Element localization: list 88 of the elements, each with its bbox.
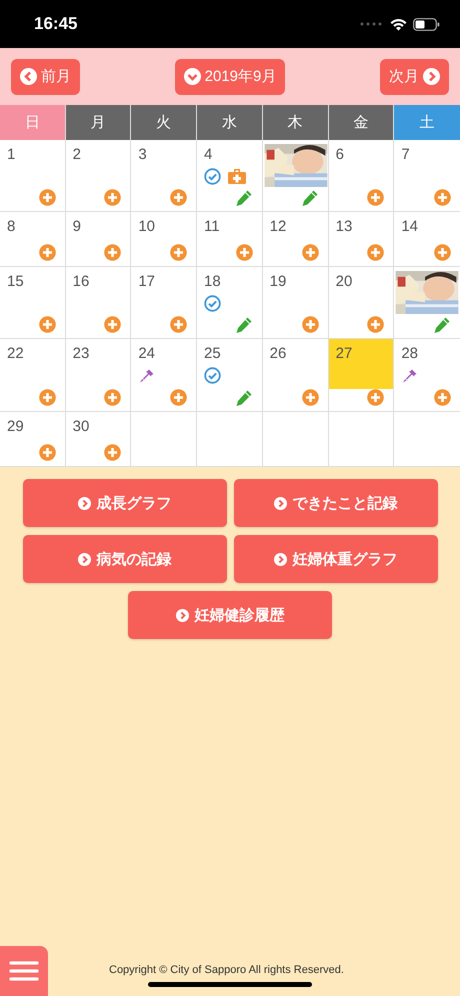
menu-button[interactable]: 成長グラフ <box>22 479 226 527</box>
day-number: 1 <box>7 146 16 164</box>
add-icon[interactable] <box>170 244 187 261</box>
day-number: 28 <box>401 345 418 363</box>
chevron-circle-icon <box>20 68 37 85</box>
dropper-icon <box>138 367 156 385</box>
day-number: 7 <box>401 146 410 164</box>
add-icon[interactable] <box>38 189 56 206</box>
day-number: 10 <box>138 218 156 236</box>
weekday-header: 月 <box>66 105 132 140</box>
chevron-circle-icon <box>184 68 201 85</box>
day-number: 30 <box>72 418 90 436</box>
add-icon[interactable] <box>170 189 187 206</box>
weekday-header: 金 <box>328 105 394 140</box>
day-number: 20 <box>336 273 352 291</box>
add-icon[interactable] <box>104 189 122 206</box>
weekday-header: 日 <box>0 105 66 140</box>
day-number: 22 <box>7 345 24 363</box>
previous-month-button[interactable]: 前月 <box>11 58 80 94</box>
next-month-button[interactable]: 次月 <box>380 58 449 94</box>
day-number: 16 <box>72 273 90 291</box>
menu-button[interactable]: 病気の記録 <box>22 535 226 583</box>
day-number: 2 <box>72 146 81 164</box>
day-number: 15 <box>7 273 24 291</box>
chevron-circle-icon <box>274 552 286 566</box>
menu-button[interactable]: 妊婦体重グラフ <box>234 535 438 583</box>
day-number: 18 <box>204 273 221 291</box>
add-icon[interactable] <box>236 244 253 261</box>
add-icon[interactable] <box>302 316 319 333</box>
add-icon[interactable] <box>38 316 56 333</box>
add-icon[interactable] <box>434 389 451 406</box>
day-number: 4 <box>204 146 212 164</box>
add-icon[interactable] <box>104 244 122 261</box>
add-icon[interactable] <box>367 389 384 406</box>
weekday-header: 木 <box>262 105 329 140</box>
day-number: 24 <box>138 345 156 363</box>
chevron-circle-icon <box>78 496 90 510</box>
add-icon[interactable] <box>38 244 56 261</box>
weekday-header: 水 <box>196 105 263 140</box>
weekday-header: 火 <box>131 105 197 140</box>
add-icon[interactable] <box>104 316 122 333</box>
day-number: 11 <box>204 218 220 236</box>
battery-icon <box>413 18 440 30</box>
add-icon[interactable] <box>302 389 319 406</box>
chevron-circle-icon <box>176 608 188 622</box>
day-number: 12 <box>270 218 286 236</box>
day-number: 3 <box>138 146 147 164</box>
copyright-text: Copyright © City of Sapporo All rights Reserved. <box>109 964 344 976</box>
add-icon[interactable] <box>434 244 451 261</box>
weekday-header: 土 <box>394 105 460 140</box>
signal-icon <box>360 22 384 26</box>
add-icon[interactable] <box>104 389 122 406</box>
day-number: 8 <box>7 218 16 236</box>
add-icon[interactable] <box>367 189 384 206</box>
menu-button[interactable]: できたこと記録 <box>234 479 438 527</box>
add-icon[interactable] <box>38 444 56 461</box>
day-number: 23 <box>72 345 90 363</box>
status-time: 16:45 <box>34 14 78 34</box>
wifi-icon <box>390 18 407 30</box>
menu-icon[interactable] <box>0 946 48 996</box>
menu-button[interactable]: 妊婦健診履歴 <box>128 591 332 639</box>
chevron-circle-icon <box>423 68 440 85</box>
day-number: 14 <box>401 218 418 236</box>
add-icon[interactable] <box>170 316 187 333</box>
day-number: 25 <box>204 345 221 363</box>
check-circle-icon <box>204 295 221 312</box>
day-number: 9 <box>72 218 81 236</box>
add-icon[interactable] <box>302 244 319 261</box>
add-icon[interactable] <box>170 389 187 406</box>
day-number: 6 <box>336 146 344 164</box>
check-circle-icon <box>204 168 221 185</box>
chevron-circle-icon <box>274 496 286 510</box>
day-number: 26 <box>270 345 286 363</box>
day-number: 19 <box>270 273 286 291</box>
chevron-circle-icon <box>78 552 90 566</box>
day-number: 17 <box>138 273 156 291</box>
add-icon[interactable] <box>367 316 384 333</box>
check-circle-icon <box>204 367 221 384</box>
add-icon[interactable] <box>434 189 451 206</box>
add-icon[interactable] <box>38 389 56 406</box>
medical-kit-icon <box>226 168 247 185</box>
day-number: 29 <box>7 418 24 436</box>
day-number: 13 <box>336 218 352 236</box>
dropper-icon <box>401 367 420 385</box>
add-icon[interactable] <box>104 444 122 461</box>
add-icon[interactable] <box>367 244 384 261</box>
day-number: 27 <box>336 345 352 363</box>
month-picker-button[interactable]: 2019年9月 <box>174 58 286 94</box>
